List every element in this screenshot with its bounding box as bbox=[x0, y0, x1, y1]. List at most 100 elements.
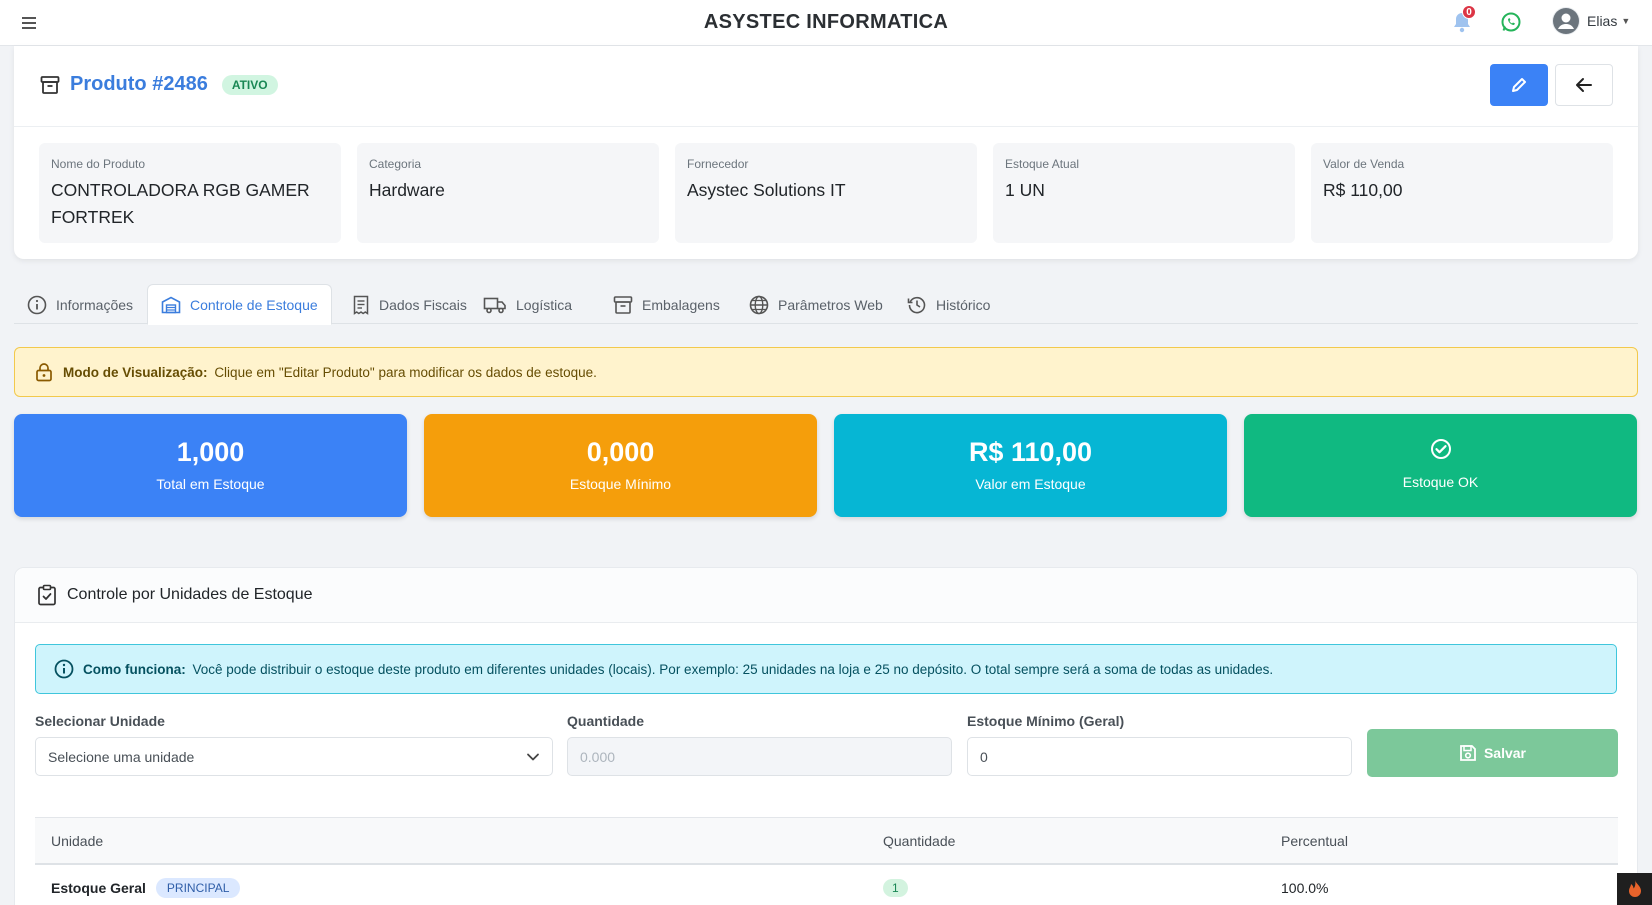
check-circle-icon bbox=[1430, 439, 1451, 459]
unit-name: Estoque Geral bbox=[51, 880, 146, 896]
chevron-down-icon bbox=[527, 753, 539, 760]
alert-title: Como funciona: bbox=[83, 661, 186, 677]
tab-controle-estoque[interactable]: Controle de Estoque bbox=[147, 284, 332, 325]
tab-label: Controle de Estoque bbox=[190, 296, 318, 313]
whatsapp-icon bbox=[1501, 12, 1521, 32]
field-sale-price: Valor de Venda R$ 110,00 bbox=[1311, 143, 1613, 243]
lock-icon bbox=[36, 363, 52, 382]
box-icon bbox=[613, 295, 633, 314]
field-label: Fornecedor bbox=[687, 157, 749, 171]
tab-embalagens[interactable]: Embalagens bbox=[600, 284, 733, 325]
tab-dados-fiscais[interactable]: Dados Fiscais bbox=[339, 284, 480, 325]
floating-fire-widget[interactable] bbox=[1617, 873, 1652, 905]
tab-label: Logística bbox=[516, 296, 573, 313]
quantity-badge: 1 bbox=[883, 879, 908, 897]
warehouse-icon bbox=[161, 296, 181, 313]
tab-label: Dados Fiscais bbox=[379, 296, 467, 313]
field-value: CONTROLADORA RGB GAMER FORTREK bbox=[51, 180, 310, 227]
field-supplier: Fornecedor Asystec Solutions IT bbox=[675, 143, 977, 243]
field-current-stock: Estoque Atual 1 UN bbox=[993, 143, 1295, 243]
stat-label: Estoque Mínimo bbox=[569, 476, 672, 492]
stock-units-panel: Controle por Unidades de Estoque Como fu… bbox=[14, 567, 1638, 905]
percent-value: 100.0% bbox=[1281, 880, 1329, 896]
input-value: 0 bbox=[980, 748, 988, 765]
status-badge: ATIVO bbox=[221, 74, 278, 95]
alert-text: Você pode distribuir o estoque deste pro… bbox=[192, 661, 1274, 677]
stat-value: 1,000 bbox=[176, 437, 245, 467]
column-header-percent: Percentual bbox=[1281, 833, 1348, 849]
field-value: 1 UN bbox=[1005, 180, 1045, 200]
product-header-card: Produto #2486 ATIVO Nome do Produto CONT… bbox=[14, 46, 1638, 259]
min-stock-input[interactable]: 0 bbox=[967, 737, 1352, 776]
alert-text: Clique em "Editar Produto" para modifica… bbox=[214, 364, 597, 380]
notification-count-badge: 0 bbox=[1462, 5, 1476, 19]
pencil-icon bbox=[1512, 78, 1526, 92]
info-icon bbox=[27, 295, 47, 314]
stat-label: Total em Estoque bbox=[156, 476, 265, 492]
stat-value: 0,000 bbox=[586, 437, 655, 467]
min-stock-label: Estoque Mínimo (Geral) bbox=[967, 713, 1125, 729]
unit-select[interactable]: Selecione uma unidade bbox=[35, 737, 553, 776]
field-label: Nome do Produto bbox=[51, 157, 146, 171]
receipt-icon bbox=[353, 295, 369, 315]
truck-icon bbox=[483, 297, 506, 313]
floppy-disk-icon bbox=[1460, 745, 1476, 761]
arrow-left-icon bbox=[1576, 78, 1592, 92]
field-value: Asystec Solutions IT bbox=[687, 180, 846, 200]
tab-label: Embalagens bbox=[642, 296, 720, 313]
whatsapp-button[interactable] bbox=[1500, 11, 1524, 35]
top-navbar: ASYSTEC INFORMATICA 0 Elias ▼ bbox=[0, 0, 1652, 46]
table-row[interactable]: Estoque Geral PRINCIPAL 1 100.0% bbox=[35, 865, 1618, 905]
tab-label: Informações bbox=[56, 296, 134, 313]
quantity-input[interactable]: 0.000 bbox=[567, 737, 952, 776]
hamburger-menu-icon[interactable] bbox=[18, 13, 40, 33]
how-it-works-alert: Como funciona: Você pode distribuir o es… bbox=[35, 644, 1617, 694]
stat-stock-ok: Estoque OK bbox=[1244, 414, 1637, 517]
edit-product-button[interactable] bbox=[1490, 64, 1548, 106]
save-button[interactable]: Salvar bbox=[1367, 729, 1618, 777]
select-placeholder: Selecione uma unidade bbox=[48, 748, 195, 765]
field-value: R$ 110,00 bbox=[1323, 180, 1403, 200]
save-label: Salvar bbox=[1483, 745, 1527, 761]
tab-logistica[interactable]: Logística bbox=[470, 284, 585, 325]
field-value: Hardware bbox=[369, 180, 445, 200]
divider bbox=[14, 126, 1638, 127]
tab-parametros-web[interactable]: Parâmetros Web bbox=[736, 284, 896, 325]
clipboard-check-icon bbox=[38, 584, 56, 606]
app-title: ASYSTEC INFORMATICA bbox=[703, 11, 949, 33]
alert-title: Modo de Visualização: bbox=[63, 364, 208, 380]
info-icon bbox=[54, 659, 74, 679]
archive-icon bbox=[40, 75, 60, 94]
stat-label: Valor em Estoque bbox=[975, 476, 1086, 492]
user-name: Elias bbox=[1587, 13, 1618, 29]
tab-historico[interactable]: Histórico bbox=[894, 284, 1003, 325]
tab-label: Histórico bbox=[936, 296, 991, 313]
panel-title: Controle por Unidades de Estoque bbox=[67, 586, 313, 603]
fire-icon bbox=[1628, 880, 1641, 897]
stock-units-table: Unidade Quantidade Percentual Estoque Ge… bbox=[35, 817, 1618, 905]
field-product-name: Nome do Produto CONTROLADORA RGB GAMER F… bbox=[39, 143, 341, 243]
history-icon bbox=[907, 296, 926, 313]
product-tabs: Informações Controle de Estoque Dados Fi… bbox=[14, 284, 1638, 325]
globe-icon bbox=[749, 295, 769, 314]
caret-down-icon: ▼ bbox=[1621, 16, 1631, 26]
unit-select-label: Selecionar Unidade bbox=[35, 713, 165, 729]
principal-badge: PRINCIPAL bbox=[155, 878, 241, 898]
field-label: Categoria bbox=[369, 157, 422, 171]
view-mode-alert: Modo de Visualização: Clique em "Editar … bbox=[14, 347, 1638, 397]
tab-label: Parâmetros Web bbox=[778, 296, 883, 313]
user-icon bbox=[1553, 8, 1579, 34]
stat-value: R$ 110,00 bbox=[968, 437, 1093, 467]
field-label: Valor de Venda bbox=[1323, 157, 1405, 171]
notifications-button[interactable]: 0 bbox=[1452, 5, 1476, 35]
back-button[interactable] bbox=[1555, 64, 1613, 106]
column-header-quantity: Quantidade bbox=[883, 833, 956, 849]
field-category: Categoria Hardware bbox=[357, 143, 659, 243]
stat-min-stock: 0,000 Estoque Mínimo bbox=[424, 414, 817, 517]
stat-stock-value: R$ 110,00 Valor em Estoque bbox=[834, 414, 1227, 517]
user-menu[interactable]: Elias ▼ bbox=[1552, 7, 1630, 35]
tab-informacoes[interactable]: Informações bbox=[14, 284, 146, 325]
page-title: Produto #2486 bbox=[70, 73, 208, 95]
stat-total-stock: 1,000 Total em Estoque bbox=[14, 414, 407, 517]
table-header: Unidade Quantidade Percentual bbox=[35, 817, 1618, 865]
